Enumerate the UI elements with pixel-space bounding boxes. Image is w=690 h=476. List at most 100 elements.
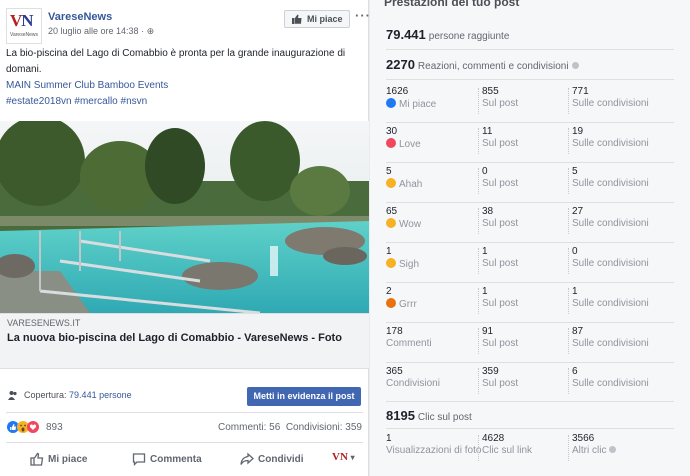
- boost-post-button[interactable]: Metti in evidenza il post: [247, 387, 361, 406]
- engagement-label: Reazioni, commenti e condivisioni: [417, 61, 569, 72]
- tagged-page-link[interactable]: MAIN Summer Club Bamboo Events: [6, 78, 362, 94]
- engagement-number: 2270: [386, 57, 415, 72]
- love-icon: [386, 138, 396, 148]
- reaction-icons[interactable]: [6, 420, 42, 434]
- post-message: La bio-piscina del Lago di Comabbio è pr…: [6, 48, 346, 75]
- logo-sub: VareseNews: [10, 32, 38, 38]
- divider: [478, 288, 479, 314]
- on-shares-cell: 771 Sulle condivisioni: [572, 86, 668, 120]
- divider: [386, 202, 674, 203]
- on-shares-cell: 0 Sulle condivisioni: [572, 246, 668, 280]
- on-shares-label: Sulle condivisioni: [572, 98, 649, 109]
- coverage-value[interactable]: 79.441 persone: [69, 390, 132, 400]
- hashtags[interactable]: #estate2018vn #mercallo #nsvn: [6, 94, 362, 110]
- reaction-row: 2 Grrr 1 Sul post 1 Sulle condivisioni: [386, 286, 674, 326]
- total-label-text: Condivisioni: [386, 378, 440, 389]
- reactions-summary: 893 Commenti: 56 Condivisioni: 359: [6, 418, 362, 436]
- info-icon[interactable]: [609, 446, 617, 453]
- shares-count[interactable]: Condivisioni: 359: [286, 422, 362, 433]
- on-shares-cell: 5 Sulle condivisioni: [572, 166, 668, 200]
- comments-shares-summary: Commenti: 56 Condivisioni: 359: [218, 422, 362, 433]
- on-shares-value: 1: [572, 286, 578, 297]
- on-post-value: 91: [482, 326, 494, 337]
- on-post-value: 1: [482, 286, 488, 297]
- divider: [6, 442, 363, 443]
- on-post-cell: 359 Sul post: [482, 366, 578, 400]
- divider: [568, 88, 569, 114]
- total-cell: 1 Sigh: [386, 246, 482, 280]
- comments-count[interactable]: Commenti: 56: [218, 422, 280, 433]
- click-value: 3566: [572, 433, 595, 444]
- link-preview[interactable]: VARESENEWS.IT La nuova bio-piscina del L…: [0, 313, 369, 369]
- globe-icon: ⊕: [146, 26, 155, 36]
- divider: [386, 428, 674, 429]
- clicks-stat: 8195 Clic sul post: [386, 408, 472, 426]
- link-source: VARESENEWS.IT: [7, 318, 81, 328]
- total-label-text: Wow: [399, 219, 422, 230]
- clicks-number: 8195: [386, 408, 415, 423]
- divider: [568, 208, 569, 234]
- divider: [386, 242, 674, 243]
- click-label: Visualizzazioni di foto: [386, 445, 482, 456]
- info-icon[interactable]: [571, 62, 579, 69]
- click-cell: 1 Visualizzazioni di foto: [386, 433, 482, 467]
- share-icon: [240, 452, 254, 465]
- total-label: Grrr: [386, 298, 482, 311]
- click-cell: 4628 Clic sul link: [482, 433, 578, 467]
- on-post-value: 855: [482, 86, 499, 97]
- page-like-button[interactable]: Mi piace: [284, 10, 350, 28]
- sad-icon: [386, 258, 396, 268]
- post-photo[interactable]: [0, 121, 369, 313]
- post-card: VN VareseNews VareseNews 20 luglio alle …: [0, 0, 371, 476]
- total-label: Sigh: [386, 258, 482, 271]
- more-options-icon[interactable]: ···: [355, 8, 371, 23]
- on-shares-value: 87: [572, 326, 584, 337]
- total-label: Commenti: [386, 338, 482, 350]
- total-value: 5: [386, 166, 392, 177]
- clicks-breakdown: 1 Visualizzazioni di foto 4628 Clic sul li…: [386, 433, 674, 473]
- divider: [386, 282, 674, 283]
- post-text-block: La bio-piscina del Lago di Comabbio è pr…: [6, 46, 362, 110]
- total-label: Wow: [386, 218, 482, 231]
- on-post-cell: 38 Sul post: [482, 206, 578, 240]
- haha-icon: [386, 178, 396, 188]
- divider: [568, 288, 569, 314]
- coverage-text: Copertura: 79.441 persone: [24, 390, 132, 400]
- pool-photo-illustration: [0, 121, 369, 313]
- thumbs-up-icon: [30, 452, 44, 466]
- post-date[interactable]: 20 luglio alle ore 14:38 · ⊕: [48, 26, 154, 37]
- total-value: 178: [386, 326, 403, 337]
- page-avatar[interactable]: VN VareseNews: [6, 8, 42, 44]
- engagement-stat: 2270 Reazioni, commenti e condivisioni: [386, 57, 579, 75]
- divider: [478, 168, 479, 194]
- page-name[interactable]: VareseNews: [48, 11, 112, 23]
- total-label-text: Grrr: [399, 299, 417, 310]
- divider: [386, 122, 674, 123]
- divider: [478, 88, 479, 114]
- on-shares-label: Sulle condivisioni: [572, 178, 649, 189]
- thumbs-up-icon: [292, 14, 302, 24]
- reaction-row: 178 Commenti 91 Sul post 87 Sulle condivision…: [386, 326, 674, 366]
- total-value: 65: [386, 206, 398, 217]
- reactions-count[interactable]: 893: [46, 422, 63, 433]
- reach-stat: 79.441 persone raggiunte: [386, 27, 509, 45]
- on-post-cell: 1 Sul post: [482, 286, 578, 320]
- divider: [478, 368, 479, 394]
- total-cell: 178 Commenti: [386, 326, 482, 360]
- reaction-row: 365 Condivisioni 359 Sul post 6 Sulle condivi…: [386, 366, 674, 406]
- on-post-cell: 91 Sul post: [482, 326, 578, 360]
- reaction-row: 5 Ahah 0 Sul post 5 Sulle condivisioni: [386, 166, 674, 206]
- divider: [478, 328, 479, 354]
- angry-icon: [386, 298, 396, 308]
- on-shares-label: Sulle condivisioni: [572, 338, 649, 349]
- on-shares-label: Sulle condivisioni: [572, 298, 649, 309]
- reaction-row: 1 Sigh 1 Sul post 0 Sulle condivisioni: [386, 246, 674, 286]
- divider: [568, 248, 569, 274]
- on-shares-cell: 6 Sulle condivisioni: [572, 366, 668, 400]
- total-label: Ahah: [386, 178, 482, 191]
- total-label-text: Ahah: [399, 179, 423, 190]
- act-as-page-selector[interactable]: VN ▾: [332, 451, 355, 463]
- click-cell: 3566 Altri clic: [572, 433, 668, 467]
- on-shares-value: 771: [572, 86, 589, 97]
- total-label: Love: [386, 138, 482, 151]
